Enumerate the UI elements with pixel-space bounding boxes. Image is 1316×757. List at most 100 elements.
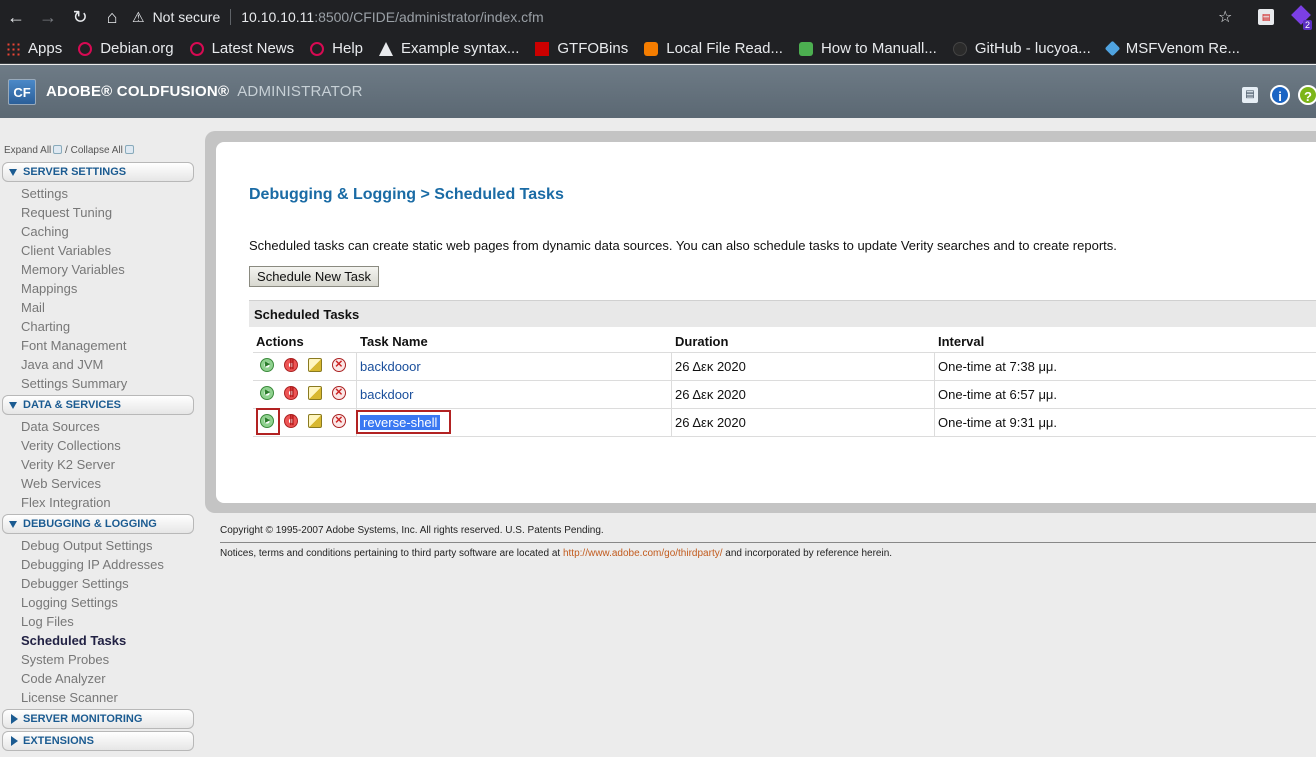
task-name-link[interactable]: backdooor <box>360 359 421 374</box>
sidebar-item-data-sources[interactable]: Data Sources <box>21 419 100 434</box>
bookmark-local-file-read[interactable]: Local File Read... <box>644 40 783 57</box>
sidebar-item-flex-integration[interactable]: Flex Integration <box>21 495 111 510</box>
bookmarks-bar: Apps Debian.org Latest News Help Example… <box>0 34 1316 64</box>
sidebar-item-verity-collections[interactable]: Verity Collections <box>21 438 121 453</box>
back-arrow-icon[interactable]: ← <box>0 0 32 34</box>
bookmark-how-to-manually[interactable]: How to Manuall... <box>798 40 937 57</box>
page-title: Debugging & Logging > Scheduled Tasks <box>249 186 564 203</box>
bookmark-star-icon[interactable]: ☆ <box>1218 7 1232 27</box>
extension-icon[interactable]: ▤ <box>1258 9 1274 25</box>
sidebar-item-charting[interactable]: Charting <box>21 319 70 334</box>
sidebar-item-font-management[interactable]: Font Management <box>21 338 127 353</box>
product-title: ADOBE® COLDFUSION® ADMINISTRATOR <box>46 83 363 100</box>
edit-task-icon[interactable] <box>308 414 322 428</box>
sidebar-item-logging-settings[interactable]: Logging Settings <box>21 595 118 610</box>
triangle-icon <box>379 41 393 56</box>
msfvenom-icon <box>1104 40 1121 57</box>
bookmark-label: Help <box>332 40 363 57</box>
sidebar-item-web-services[interactable]: Web Services <box>21 476 101 491</box>
pause-task-icon[interactable] <box>284 385 298 400</box>
delete-task-icon[interactable] <box>332 356 346 372</box>
task-name-link[interactable]: reverse-shell <box>360 415 441 430</box>
forward-arrow-icon[interactable]: → <box>32 0 64 34</box>
column-header-task-name[interactable]: Task Name <box>360 334 428 349</box>
third-party-link[interactable]: http://www.adobe.com/go/thirdparty/ <box>563 548 723 559</box>
bookmark-github[interactable]: GitHub - lucyoa... <box>952 40 1091 57</box>
pause-task-icon[interactable] <box>284 357 298 372</box>
address-bar[interactable]: ⚠ Not secure 10.10.10.11:8500/CFIDE/admi… <box>132 4 1252 30</box>
bookmark-msfvenom[interactable]: MSFVenom Re... <box>1104 40 1240 57</box>
bookmark-example-syntax[interactable]: Example syntax... <box>379 40 519 57</box>
sidebar-item-verity-k2-server[interactable]: Verity K2 Server <box>21 457 115 472</box>
task-interval: One-time at 6:57 μμ. <box>938 387 1058 402</box>
sitemap-icon[interactable]: ▤ <box>1242 87 1258 103</box>
section-title: DEBUGGING & LOGGING <box>23 518 157 530</box>
task-interval: One-time at 7:38 μμ. <box>938 359 1058 374</box>
sidebar-item-request-tuning[interactable]: Request Tuning <box>21 205 112 220</box>
sidebar-item-code-analyzer[interactable]: Code Analyzer <box>21 671 106 686</box>
expand-all-link[interactable]: Expand All <box>4 145 51 156</box>
notice-text-end: and incorporated by reference herein. <box>725 548 893 559</box>
bookmark-debian[interactable]: Debian.org <box>78 40 174 57</box>
section-server-settings[interactable]: SERVER SETTINGS <box>2 162 194 182</box>
sidebar-item-system-probes[interactable]: System Probes <box>21 652 109 667</box>
table-line <box>253 436 1316 437</box>
table-title: Scheduled Tasks <box>249 300 1316 327</box>
help-icon[interactable]: ? <box>1298 85 1316 105</box>
bookmark-label: Latest News <box>211 40 295 57</box>
bookmark-gtfobins[interactable]: GTFOBins <box>535 40 628 57</box>
extension-badge-icon[interactable]: 2 <box>1290 5 1312 30</box>
reload-icon[interactable]: ↻ <box>64 0 96 34</box>
sidebar-item-mappings[interactable]: Mappings <box>21 281 77 296</box>
sidebar-item-memory-variables[interactable]: Memory Variables <box>21 262 125 277</box>
sidebar-item-scheduled-tasks[interactable]: Scheduled Tasks <box>21 633 126 648</box>
admin-label: ADMINISTRATOR <box>237 83 363 100</box>
bookmark-help[interactable]: Help <box>310 40 363 57</box>
security-label: Not secure <box>152 9 221 25</box>
sidebar-item-settings[interactable]: Settings <box>21 186 68 201</box>
collapse-icon[interactable] <box>124 145 134 154</box>
sidebar-item-mail[interactable]: Mail <box>21 300 45 315</box>
home-icon[interactable]: ⌂ <box>96 0 128 34</box>
delete-task-icon[interactable] <box>332 412 346 428</box>
sidebar-item-license-scanner[interactable]: License Scanner <box>21 690 118 705</box>
sidebar-item-java-jvm[interactable]: Java and JVM <box>21 357 103 372</box>
extension-badge-count: 2 <box>1302 20 1312 30</box>
bookmark-apps[interactable]: Apps <box>6 40 62 57</box>
sidebar-item-log-files[interactable]: Log Files <box>21 614 74 629</box>
apps-grid-icon <box>6 41 20 56</box>
edit-task-icon[interactable] <box>308 386 322 400</box>
expand-icon[interactable] <box>53 145 63 154</box>
sidebar-item-debugging-ip-addresses[interactable]: Debugging IP Addresses <box>21 557 164 572</box>
column-header-interval[interactable]: Interval <box>938 334 984 349</box>
sidebar-item-client-variables[interactable]: Client Variables <box>21 243 111 258</box>
run-task-icon[interactable] <box>260 386 274 400</box>
sidebar-item-settings-summary[interactable]: Settings Summary <box>21 376 127 391</box>
warning-icon: ⚠ <box>132 8 145 25</box>
run-task-icon[interactable] <box>260 414 274 428</box>
sidebar-nav: Expand All / Collapse All SERVER SETTING… <box>0 118 200 757</box>
section-server-monitoring[interactable]: SERVER MONITORING <box>2 709 194 729</box>
column-header-duration[interactable]: Duration <box>675 334 728 349</box>
section-debugging-logging[interactable]: DEBUGGING & LOGGING <box>2 514 194 534</box>
sidebar-item-debugger-settings[interactable]: Debugger Settings <box>21 576 129 591</box>
edit-task-icon[interactable] <box>308 358 322 372</box>
sidebar-item-caching[interactable]: Caching <box>21 224 69 239</box>
section-extensions[interactable]: EXTENSIONS <box>2 731 194 751</box>
collapse-all-link[interactable]: Collapse All <box>71 145 123 156</box>
info-icon[interactable]: i <box>1270 85 1290 105</box>
section-title: EXTENSIONS <box>23 735 94 747</box>
bookmark-latest-news[interactable]: Latest News <box>189 40 295 57</box>
bookmark-label: GitHub - lucyoa... <box>974 40 1091 57</box>
gtfobins-icon <box>535 41 550 56</box>
delete-task-icon[interactable] <box>332 384 346 400</box>
url-host: 10.10.10.11 <box>241 9 315 25</box>
run-task-icon[interactable] <box>260 358 274 372</box>
brand-name: ADOBE® COLDFUSION® <box>46 83 230 100</box>
section-data-services[interactable]: DATA & SERVICES <box>2 395 194 415</box>
pause-task-icon[interactable] <box>284 413 298 428</box>
task-name-link[interactable]: backdoor <box>360 387 413 402</box>
schedule-new-task-button[interactable]: Schedule New Task <box>249 266 379 287</box>
sidebar-item-debug-output-settings[interactable]: Debug Output Settings <box>21 538 153 553</box>
address-separator <box>230 9 232 25</box>
